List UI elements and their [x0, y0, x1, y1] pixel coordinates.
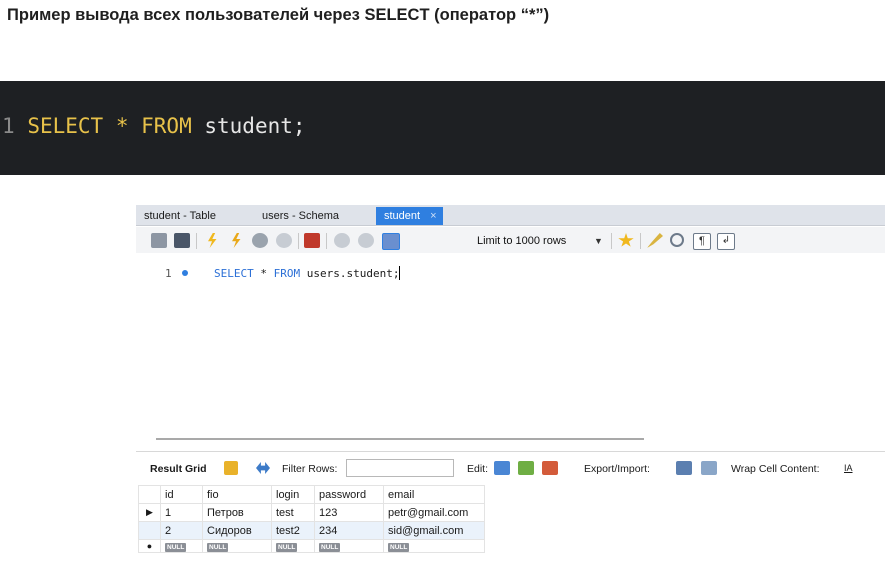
cell-login[interactable]: test [271, 503, 315, 522]
null-badge: NULL [388, 543, 410, 552]
column-header-fio[interactable]: fio [202, 485, 272, 504]
cell-email[interactable]: sid@gmail.com [383, 521, 485, 540]
editor-line-number: 1 [165, 267, 172, 280]
null-badge: NULL [165, 543, 187, 552]
delete-row-icon[interactable] [542, 461, 558, 475]
null-badge: NULL [207, 543, 229, 552]
cell-password[interactable]: 123 [314, 503, 384, 522]
edit-label: Edit: [467, 463, 489, 475]
save-icon[interactable] [174, 233, 190, 248]
code-line-number: 1 [2, 114, 15, 138]
refresh-icon[interactable] [256, 462, 270, 474]
sql-toolbar: Limit to 1000 rows ▼ ¶ ↲ [136, 227, 885, 253]
cell-email[interactable]: petr@gmail.com [383, 503, 485, 522]
stop-icon[interactable] [276, 233, 292, 248]
new-row[interactable]: ● NULL NULL NULL NULL NULL [138, 539, 485, 553]
cell-password[interactable]: 234 [314, 521, 384, 540]
editor-scrollbar[interactable] [156, 438, 644, 440]
null-cell[interactable]: NULL [271, 539, 315, 553]
export-import-label: Export/Import: [584, 463, 650, 475]
favorite-icon[interactable] [618, 233, 634, 247]
cell-fio[interactable]: Сидоров [202, 521, 272, 540]
null-cell[interactable]: NULL [383, 539, 485, 553]
null-badge: NULL [276, 543, 298, 552]
execute-current-icon[interactable] [232, 233, 241, 248]
code-table-name: student; [204, 114, 306, 138]
text-caret [399, 266, 401, 280]
rollback-icon[interactable] [358, 233, 374, 248]
cell-fio[interactable]: Петров [202, 503, 272, 522]
find-icon[interactable] [670, 233, 684, 247]
null-cell[interactable]: NULL [314, 539, 384, 553]
toggle-output-icon[interactable] [304, 233, 320, 248]
filter-rows-label: Filter Rows: [282, 463, 338, 475]
commit-icon[interactable] [334, 233, 350, 248]
code-snippet-block: 1 SELECT * FROM student; [0, 81, 885, 175]
invisible-chars-icon[interactable]: ¶ [693, 233, 711, 250]
row-selector-icon[interactable]: ▶ [138, 503, 161, 522]
filter-rows-input[interactable] [346, 459, 454, 477]
sql-table-name: users.student; [306, 267, 400, 280]
workbench-window: student - Table users - Schema student × … [136, 205, 885, 573]
row-selector[interactable] [138, 521, 161, 540]
tab-close-icon[interactable]: × [430, 210, 436, 222]
sql-editor[interactable]: 1 SELECT * FROM users.student; [136, 255, 885, 435]
null-cell[interactable]: NULL [202, 539, 272, 553]
add-row-icon[interactable] [518, 461, 534, 475]
autocommit-icon[interactable] [382, 233, 400, 250]
cell-id[interactable]: 1 [160, 503, 203, 522]
code-keyword-select: SELECT [27, 114, 104, 138]
tab-student-table[interactable]: student - Table [144, 207, 216, 225]
wrap-icon[interactable]: ↲ [717, 233, 735, 250]
limit-rows-select[interactable]: Limit to 1000 rows [471, 232, 603, 250]
tab-student-label: student [384, 210, 421, 222]
tab-student-query[interactable]: student × [376, 207, 443, 225]
null-cell[interactable]: NULL [160, 539, 203, 553]
table-row[interactable]: 2 Сидоров test2 234 sid@gmail.com [138, 521, 485, 540]
page-heading: Пример вывода всех пользователей через S… [7, 6, 550, 24]
editor-sql-line[interactable]: SELECT * FROM users.student; [214, 266, 401, 280]
sql-keyword-from: FROM [273, 267, 301, 280]
tab-bar: student - Table users - Schema student × [136, 205, 885, 226]
null-badge: NULL [319, 543, 341, 552]
grid-header-row: id fio login password email [138, 485, 485, 504]
column-header-email[interactable]: email [383, 485, 485, 504]
table-row[interactable]: ▶ 1 Петров test 123 petr@gmail.com [138, 503, 485, 522]
code-keyword-from: FROM [141, 114, 192, 138]
column-header-id[interactable]: id [160, 485, 203, 504]
wrap-cell-icon[interactable]: IA [844, 463, 853, 473]
statement-marker-icon [182, 270, 188, 276]
new-row-marker-icon: ● [138, 539, 161, 553]
result-grid-tab[interactable]: Result Grid [150, 463, 207, 475]
code-snippet-line: 1 SELECT * FROM student; [2, 114, 306, 138]
cell-id[interactable]: 2 [160, 521, 203, 540]
sql-star: * [260, 267, 267, 280]
column-header-password[interactable]: password [314, 485, 384, 504]
column-header-login[interactable]: login [271, 485, 315, 504]
execute-icon[interactable] [208, 233, 217, 248]
result-toolbar: Result Grid Filter Rows: Edit: Export/Im… [136, 457, 885, 481]
edit-row-icon[interactable] [494, 461, 510, 475]
export-icon[interactable] [676, 461, 692, 475]
tab-users-schema[interactable]: users - Schema [262, 207, 339, 225]
explain-icon[interactable] [252, 233, 268, 248]
cell-login[interactable]: test2 [271, 521, 315, 540]
code-star-operator: * [115, 114, 129, 138]
grid-view-icon[interactable] [224, 461, 238, 475]
sql-keyword-select: SELECT [214, 267, 254, 280]
chevron-down-icon[interactable]: ▼ [594, 232, 603, 250]
wrap-cell-label: Wrap Cell Content: [731, 463, 820, 475]
beautify-icon[interactable] [647, 233, 663, 248]
result-grid: id fio login password email ▶ 1 Петров t… [138, 485, 485, 553]
open-folder-icon[interactable] [151, 233, 167, 248]
import-icon[interactable] [701, 461, 717, 475]
